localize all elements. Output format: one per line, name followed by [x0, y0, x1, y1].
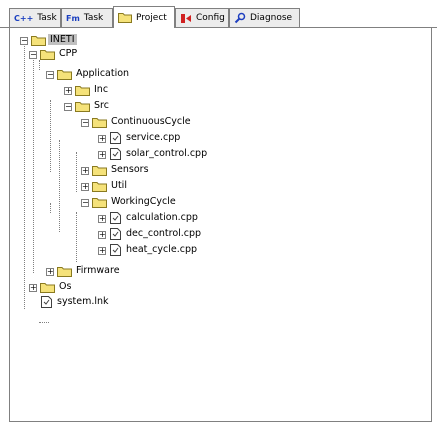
- folder-icon: [92, 166, 107, 176]
- tab-cpp-task[interactable]: C++ Task: [9, 8, 61, 27]
- folder-icon: [40, 50, 55, 60]
- cpp-file-icon: [110, 148, 121, 160]
- tree-label: Sensors: [111, 164, 149, 175]
- tree-line: [24, 46, 25, 309]
- collapse-icon[interactable]: −: [64, 103, 72, 111]
- project-panel: − INETI − CPP − Application + Inc − Src …: [9, 28, 432, 422]
- tree-label: system.lnk: [57, 296, 109, 307]
- expand-icon[interactable]: +: [98, 247, 106, 255]
- expand-icon[interactable]: +: [98, 151, 106, 159]
- tab-project[interactable]: Project: [113, 6, 175, 28]
- tree-label: calculation.cpp: [126, 212, 198, 223]
- tree-line: [50, 100, 51, 172]
- expand-icon[interactable]: +: [81, 183, 89, 191]
- cpp-task-icon: C++: [14, 13, 34, 23]
- folder-icon: [40, 283, 55, 293]
- tree-label: Firmware: [76, 265, 120, 276]
- folder-icon: [75, 102, 90, 112]
- collapse-icon[interactable]: −: [20, 37, 28, 45]
- tab-fm-task[interactable]: Fm Task: [61, 8, 113, 27]
- expand-icon[interactable]: +: [81, 167, 89, 175]
- tab-bar: C++ Task Fm Task Project Config Diagnose: [0, 0, 437, 28]
- expand-icon[interactable]: +: [46, 268, 54, 276]
- collapse-icon[interactable]: −: [46, 71, 54, 79]
- link-file-icon: [41, 296, 52, 308]
- folder-icon: [118, 13, 132, 23]
- cpp-file-icon: [110, 228, 121, 240]
- folder-icon: [92, 198, 107, 208]
- tree-line: [76, 152, 77, 192]
- cpp-file-icon: [110, 212, 121, 224]
- diagnose-icon: [234, 12, 246, 24]
- tree-line: [59, 140, 60, 232]
- tree-label: service.cpp: [126, 132, 181, 143]
- config-icon: [181, 13, 191, 23]
- fm-task-icon: Fm: [66, 13, 80, 23]
- tree-label: ContinuousCycle: [111, 116, 191, 127]
- tree-label: Src: [94, 100, 109, 111]
- tree-label: solar_control.cpp: [126, 148, 208, 159]
- tree-line: [76, 212, 77, 262]
- tree-label: CPP: [59, 48, 78, 59]
- expand-icon[interactable]: +: [98, 231, 106, 239]
- folder-icon: [92, 182, 107, 192]
- cpp-file-icon: [110, 132, 121, 144]
- tab-label: Project: [136, 12, 167, 23]
- folder-icon: [92, 118, 107, 128]
- tree-label: Os: [59, 281, 72, 292]
- tab-label: Config: [196, 13, 225, 23]
- collapse-icon[interactable]: −: [81, 199, 89, 207]
- tree-line: [33, 60, 34, 273]
- expand-icon[interactable]: +: [29, 284, 37, 292]
- tree-label: WorkingCycle: [111, 196, 176, 207]
- tree-label: Util: [111, 180, 127, 191]
- tree-line: [50, 203, 51, 213]
- tree-label: Application: [76, 68, 130, 79]
- folder-icon: [57, 267, 72, 277]
- collapse-icon[interactable]: −: [29, 51, 37, 59]
- tab-config[interactable]: Config: [175, 8, 229, 27]
- tree-label: Inc: [94, 84, 109, 95]
- folder-icon: [57, 70, 72, 80]
- folder-icon: [31, 36, 46, 46]
- expand-icon[interactable]: +: [98, 135, 106, 143]
- tree-line: [39, 322, 49, 323]
- expand-icon[interactable]: +: [98, 215, 106, 223]
- tab-label: Task: [37, 13, 57, 23]
- tree-label: INETI: [48, 34, 77, 45]
- tab-label: Diagnose: [250, 13, 293, 23]
- folder-icon: [75, 86, 90, 96]
- expand-icon[interactable]: +: [64, 87, 72, 95]
- tab-diagnose[interactable]: Diagnose: [229, 8, 300, 27]
- cpp-file-icon: [110, 244, 121, 256]
- tab-label: Task: [83, 13, 104, 23]
- tree-label: dec_control.cpp: [126, 228, 202, 239]
- tree-label: heat_cycle.cpp: [126, 244, 198, 255]
- collapse-icon[interactable]: −: [81, 119, 89, 127]
- tree-line: [39, 60, 40, 70]
